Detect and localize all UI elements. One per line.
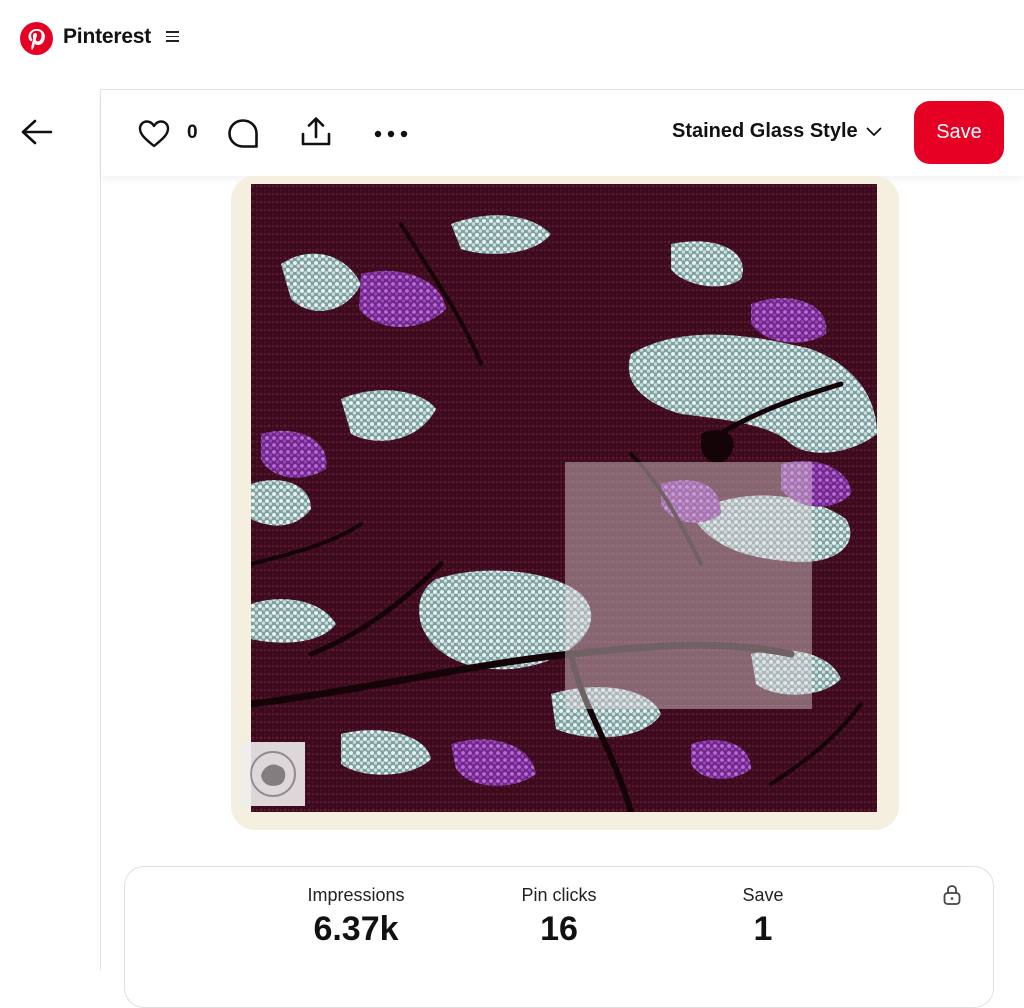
pinterest-logo-icon[interactable]	[20, 22, 53, 55]
top-bar: Pinterest	[0, 0, 1024, 74]
board-selector[interactable]: Stained Glass Style	[672, 120, 882, 143]
pin-stats-card: Impressions 6.37k Pin clicks 16 Save 1	[124, 866, 994, 1008]
comment-icon[interactable]	[226, 117, 260, 151]
back-arrow-icon[interactable]	[18, 113, 58, 153]
pin-clicks-label: Pin clicks	[521, 885, 597, 905]
heart-icon[interactable]	[137, 118, 171, 150]
pin-detail-panel: 0 Stained Glass Style Save Impressions 6…	[100, 89, 1024, 1008]
watermark-stamp	[241, 742, 305, 806]
stat-impressions: Impressions 6.37k	[266, 885, 446, 949]
impressions-value: 6.37k	[313, 910, 399, 948]
brand-name[interactable]: Pinterest	[63, 25, 151, 49]
share-icon[interactable]	[299, 115, 333, 149]
save-button[interactable]: Save	[914, 101, 1004, 164]
more-options-icon[interactable]	[373, 127, 409, 139]
stat-saves: Save 1	[673, 885, 853, 949]
pin-image-frame	[231, 176, 899, 830]
pin-action-bar: 0 Stained Glass Style Save	[101, 90, 1024, 176]
saves-label: Save	[742, 885, 784, 905]
board-name: Stained Glass Style	[672, 120, 858, 142]
zoom-lens-overlay[interactable]	[565, 462, 812, 709]
like-count: 0	[187, 122, 198, 143]
saves-value: 1	[753, 910, 773, 948]
hamburger-menu-icon[interactable]	[164, 27, 182, 45]
impressions-label: Impressions	[307, 885, 405, 905]
lock-icon	[941, 883, 963, 912]
chevron-down-icon	[866, 120, 882, 143]
pin-clicks-value: 16	[540, 910, 578, 948]
stat-pin-clicks: Pin clicks 16	[469, 885, 649, 949]
